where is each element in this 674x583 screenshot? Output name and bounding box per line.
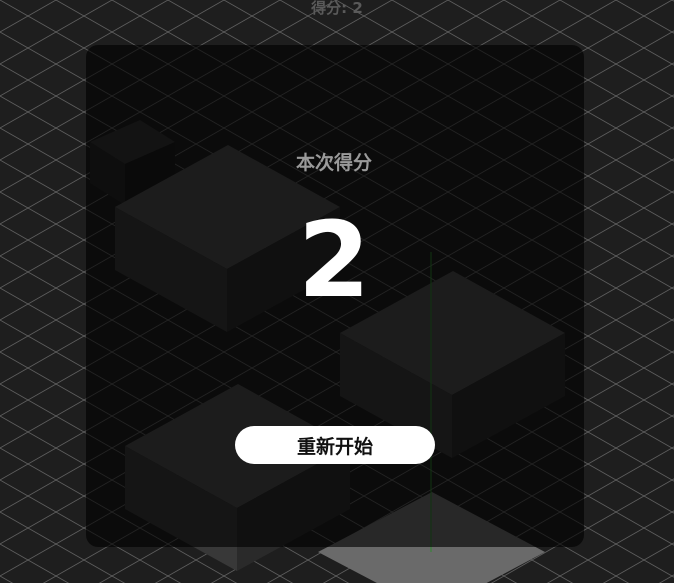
result-score: 2 [297, 199, 371, 321]
restart-button[interactable]: 重新开始 [235, 426, 435, 464]
result-label: 本次得分 [295, 152, 372, 174]
hud-score: 得分: 2 [311, 0, 363, 17]
